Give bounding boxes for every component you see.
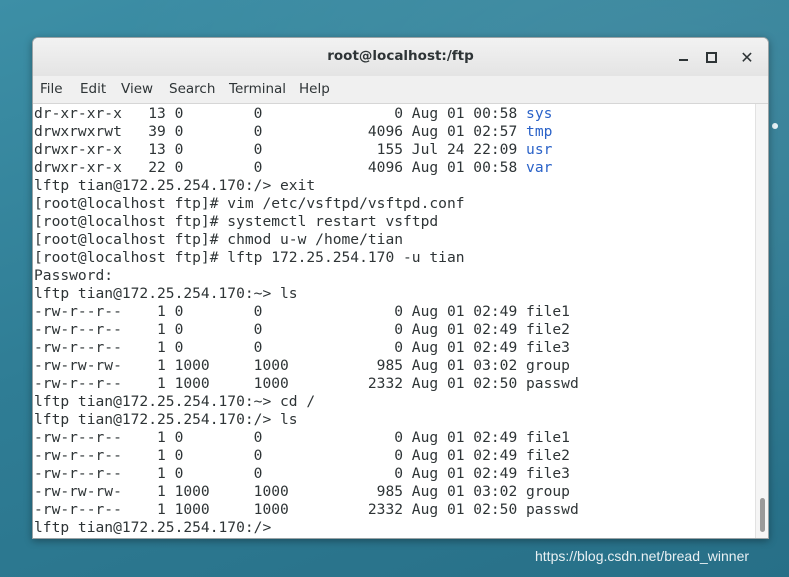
terminal-line: -rw-r--r-- 1 0 0 0 Aug 01 02:49 file1	[34, 429, 570, 447]
terminal-line: lftp tian@172.25.254.170:~> cd /	[34, 393, 315, 411]
terminal-line: -rw-r--r-- 1 0 0 0 Aug 01 02:49 file1	[34, 303, 570, 321]
directory-name: var	[526, 159, 553, 176]
scrollbar-thumb[interactable]	[760, 498, 765, 532]
terminal-line-text: drwxr-xr-x 13 0 0 155 Jul 24 22:09	[34, 141, 527, 158]
directory-name: usr	[526, 141, 553, 158]
terminal-line-text: drwxrwxrwt 39 0 0 4096 Aug 01 02:57	[34, 123, 527, 140]
watermark-url: https://blog.csdn.net/bread_winner	[535, 548, 750, 564]
terminal-line-text: -rw-r--r-- 1 0 0 0 Aug 01 02:49 file2	[34, 447, 570, 464]
terminal-line: [root@localhost ftp]# systemctl restart …	[34, 213, 438, 231]
terminal-line: drwxr-xr-x 22 0 0 4096 Aug 01 00:58 var	[34, 159, 552, 177]
terminal-line: lftp tian@172.25.254.170:/>	[34, 519, 280, 537]
terminal-line: -rw-r--r-- 1 0 0 0 Aug 01 02:49 file3	[34, 339, 570, 357]
terminal-line-text: -rw-r--r-- 1 1000 1000 2332 Aug 01 02:50…	[34, 501, 579, 518]
menu-bar: File Edit View Search Terminal Help	[33, 76, 768, 104]
menu-search[interactable]: Search	[169, 81, 215, 97]
terminal-line: lftp tian@172.25.254.170:/> exit	[34, 177, 315, 195]
terminal-line: -rw-r--r-- 1 0 0 0 Aug 01 02:49 file2	[34, 447, 570, 465]
terminal-line-text: -rw-r--r-- 1 0 0 0 Aug 01 02:49 file3	[34, 339, 570, 356]
menu-edit[interactable]: Edit	[80, 81, 106, 97]
terminal-output[interactable]: dr-xr-xr-x 13 0 0 0 Aug 01 00:58 sys drwx…	[33, 104, 755, 538]
vertical-scrollbar[interactable]	[755, 104, 768, 538]
directory-name: sys	[526, 105, 553, 122]
terminal-line-text: lftp tian@172.25.254.170:/> ls	[34, 411, 298, 428]
menu-file[interactable]: File	[40, 81, 63, 97]
terminal-line-text: [root@localhost ftp]# vim /etc/vsftpd/vs…	[34, 195, 465, 212]
terminal-line: -rw-rw-rw- 1 1000 1000 985 Aug 01 03:02 …	[34, 357, 570, 375]
terminal-line-text: lftp tian@172.25.254.170:/>	[34, 519, 281, 536]
terminal-line: [root@localhost ftp]# lftp 172.25.254.17…	[34, 249, 465, 267]
terminal-line: [root@localhost ftp]# vim /etc/vsftpd/vs…	[34, 195, 465, 213]
terminal-line-text: lftp tian@172.25.254.170:~> cd /	[34, 393, 316, 410]
terminal-line-text: -rw-r--r-- 1 0 0 0 Aug 01 02:49 file1	[34, 303, 570, 320]
terminal-line: -rw-r--r-- 1 1000 1000 2332 Aug 01 02:50…	[34, 375, 579, 393]
terminal-line-text: dr-xr-xr-x 13 0 0 0 Aug 01 00:58	[34, 105, 527, 122]
title-bar[interactable]: root@localhost:/ftp ✕	[33, 38, 768, 77]
terminal-line: dr-xr-xr-x 13 0 0 0 Aug 01 00:58 sys	[34, 105, 552, 123]
directory-name: tmp	[526, 123, 553, 140]
terminal-line: -rw-r--r-- 1 1000 1000 2332 Aug 01 02:50…	[34, 501, 579, 519]
terminal-line-text: -rw-rw-rw- 1 1000 1000 985 Aug 01 03:02 …	[34, 357, 570, 374]
terminal-line: [root@localhost ftp]# chmod u-w /home/ti…	[34, 231, 403, 249]
menu-help[interactable]: Help	[299, 81, 330, 97]
close-icon: ✕	[740, 47, 754, 67]
terminal-line-text: [root@localhost ftp]# systemctl restart …	[34, 213, 439, 230]
menu-view[interactable]: View	[121, 81, 153, 97]
terminal-line: -rw-r--r-- 1 0 0 0 Aug 01 02:49 file2	[34, 321, 570, 339]
menu-terminal[interactable]: Terminal	[229, 81, 286, 97]
terminal-line-text: -rw-r--r-- 1 0 0 0 Aug 01 02:49 file1	[34, 429, 570, 446]
maximize-icon	[705, 51, 717, 63]
terminal-line-text: -rw-r--r-- 1 0 0 0 Aug 01 02:49 file3	[34, 465, 570, 482]
minimize-icon	[678, 59, 688, 61]
terminal-line-text: drwxr-xr-x 22 0 0 4096 Aug 01 00:58	[34, 159, 527, 176]
terminal-line: drwxrwxrwt 39 0 0 4096 Aug 01 02:57 tmp	[34, 123, 552, 141]
terminal-line: lftp tian@172.25.254.170:~> ls	[34, 285, 298, 303]
terminal-line: lftp tian@172.25.254.170:/> ls	[34, 411, 298, 429]
window-title: root@localhost:/ftp	[327, 48, 474, 64]
terminal-line-text: [root@localhost ftp]# lftp 172.25.254.17…	[34, 249, 465, 266]
terminal-line-text: -rw-rw-rw- 1 1000 1000 985 Aug 01 03:02 …	[34, 483, 570, 500]
terminal-window: root@localhost:/ftp ✕ File Edit View Sea…	[32, 37, 769, 539]
terminal-line-text: [root@localhost ftp]# chmod u-w /home/ti…	[34, 231, 404, 248]
minimize-button[interactable]	[673, 47, 693, 67]
terminal-line-text: lftp tian@172.25.254.170:~> ls	[34, 285, 298, 302]
maximize-button[interactable]	[701, 47, 721, 67]
terminal-line-text: Password:	[34, 267, 114, 284]
desktop-indicator-dot	[772, 123, 778, 129]
terminal-line: -rw-rw-rw- 1 1000 1000 985 Aug 01 03:02 …	[34, 483, 570, 501]
terminal-line: Password:	[34, 267, 113, 285]
terminal-line-text: lftp tian@172.25.254.170:/> exit	[34, 177, 316, 194]
terminal-line: drwxr-xr-x 13 0 0 155 Jul 24 22:09 usr	[34, 141, 552, 159]
terminal-line-text: -rw-r--r-- 1 0 0 0 Aug 01 02:49 file2	[34, 321, 570, 338]
terminal-line-text: -rw-r--r-- 1 1000 1000 2332 Aug 01 02:50…	[34, 375, 579, 392]
terminal-line: -rw-r--r-- 1 0 0 0 Aug 01 02:49 file3	[34, 465, 570, 483]
close-button[interactable]: ✕	[737, 47, 757, 67]
